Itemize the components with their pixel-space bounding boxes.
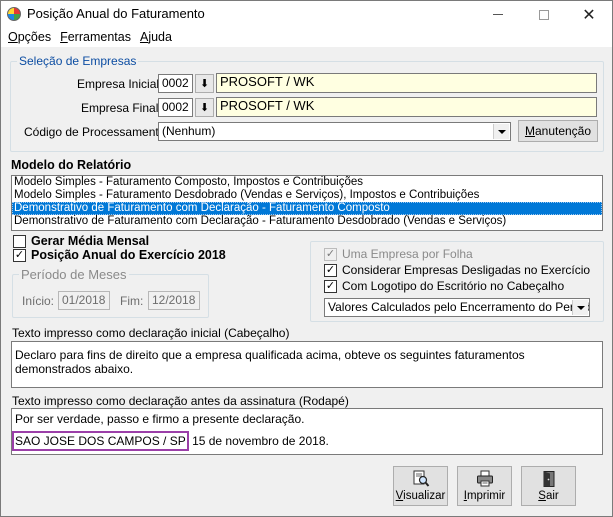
rodape-line1: Por ser verdade, passo e firmo a present…: [15, 412, 305, 426]
list-item-selected[interactable]: Demonstrativo de Faturamento com Declara…: [12, 202, 602, 215]
fim-input[interactable]: 12/2018: [148, 291, 200, 310]
rodape-label: Texto impresso como declaração antes da …: [12, 394, 349, 408]
checkbox-checked-icon: [324, 263, 337, 277]
minimize-icon: [493, 14, 503, 15]
title-bar: Posição Anual do Faturamento ✕: [1, 1, 612, 28]
empresa-inicial-code-input[interactable]: 0002: [158, 74, 193, 93]
empresa-inicial-label: Empresa Inicial: [77, 77, 160, 91]
logotipo-checkbox[interactable]: Com Logotipo do Escritório no Cabeçalho: [324, 279, 564, 293]
periodo-legend: Período de Meses: [19, 267, 129, 282]
empresa-inicial-name-field: PROSOFT / WK: [216, 73, 597, 93]
exit-door-icon: [543, 471, 554, 487]
menu-bar: Opções Ferramentas Ajuda: [1, 28, 612, 47]
fim-label: Fim:: [120, 294, 144, 308]
selecao-legend: Seleção de Empresas: [17, 54, 139, 68]
empresa-final-label: Empresa Final: [81, 101, 159, 115]
cabecalho-text: Declaro para fins de direito que a empre…: [15, 348, 525, 376]
checkbox-checked-icon: [324, 279, 337, 293]
empresa-inicial-lookup-button[interactable]: ⬇: [195, 74, 214, 93]
modelo-title: Modelo do Relatório: [11, 158, 132, 172]
visualizar-button[interactable]: Visualizar: [393, 466, 448, 506]
inicio-label: Início:: [22, 294, 55, 308]
cabecalho-label: Texto impresso como declaração inicial (…: [12, 326, 290, 340]
checkbox-checked-icon: [324, 247, 337, 261]
magnifier-document-icon: [413, 470, 429, 487]
maximize-button[interactable]: [521, 1, 567, 28]
empresa-final-lookup-button[interactable]: ⬇: [195, 98, 214, 117]
menu-opcoes[interactable]: Opções: [1, 28, 51, 47]
chevron-down-icon: [493, 124, 509, 139]
cabecalho-textarea[interactable]: Declaro para fins de direito que a empre…: [11, 341, 603, 388]
list-item[interactable]: Modelo Simples - Faturamento Desdobrado …: [12, 189, 602, 202]
list-item[interactable]: Demonstrativo de Faturamento com Declara…: [12, 215, 602, 228]
minimize-button[interactable]: [475, 1, 521, 28]
checkbox-icon: [13, 234, 26, 248]
valores-select-value: Valores Calculados pelo Encerramento do …: [328, 300, 590, 314]
app-icon: [7, 7, 21, 21]
posicao-anual-checkbox[interactable]: Posição Anual do Exercício 2018: [13, 248, 226, 262]
chevron-down-icon: [572, 300, 588, 315]
download-arrow-icon: ⬇: [199, 102, 210, 114]
city-highlight: SAO JOSE DOS CAMPOS / SP: [12, 431, 189, 451]
close-icon: ✕: [582, 6, 596, 24]
window-title: Posição Anual do Faturamento: [27, 6, 205, 21]
gerar-media-checkbox[interactable]: Gerar Média Mensal: [13, 234, 149, 248]
imprimir-button[interactable]: Imprimir: [457, 466, 512, 506]
modelo-listbox[interactable]: Modelo Simples - Faturamento Composto, I…: [11, 175, 603, 231]
printer-icon: [476, 470, 493, 487]
menu-ajuda[interactable]: Ajuda: [133, 28, 172, 47]
list-item[interactable]: Modelo Simples - Faturamento Composto, I…: [12, 176, 602, 189]
uma-empresa-checkbox[interactable]: Uma Empresa por Folha: [324, 247, 473, 261]
manutencao-button[interactable]: Manutenção: [518, 120, 598, 142]
close-button[interactable]: ✕: [566, 1, 612, 28]
checkbox-checked-icon: [13, 248, 26, 262]
inicio-input[interactable]: 01/2018: [58, 291, 110, 310]
maximize-icon: [539, 9, 549, 20]
empresa-final-code-input[interactable]: 0002: [158, 98, 193, 117]
empresa-final-name-field: PROSOFT / WK: [216, 97, 597, 117]
rodape-textarea[interactable]: Por ser verdade, passo e firmo a present…: [11, 408, 603, 455]
download-arrow-icon: ⬇: [199, 78, 210, 90]
app-window: Posição Anual do Faturamento ✕ Opções Fe…: [0, 0, 613, 517]
valores-select[interactable]: Valores Calculados pelo Encerramento do …: [324, 298, 590, 317]
menu-ferramentas[interactable]: Ferramentas: [53, 28, 131, 47]
codigo-processamento-value: (Nenhum): [162, 124, 216, 138]
considerar-desligadas-checkbox[interactable]: Considerar Empresas Desligadas no Exercí…: [324, 263, 590, 277]
codigo-processamento-select[interactable]: (Nenhum): [158, 122, 511, 141]
sair-button[interactable]: Sair: [521, 466, 576, 506]
codigo-processamento-label: Código de Processamento: [24, 125, 166, 139]
rodape-date: 15 de novembro de 2018.: [192, 434, 329, 448]
